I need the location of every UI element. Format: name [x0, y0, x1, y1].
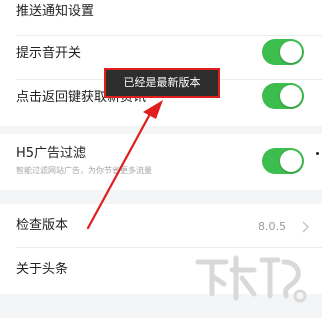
h5-toggle[interactable]	[262, 148, 304, 174]
settings-group-about: 检查版本 8.0.5 关于头条	[0, 204, 322, 294]
h5-label: H5广告过滤	[16, 146, 87, 161]
settings-row-version[interactable]: 检查版本 8.0.5	[0, 204, 322, 248]
push-label: 推送通知设置	[16, 4, 95, 19]
refresh-toggle[interactable]	[262, 83, 304, 109]
about-label: 关于头条	[16, 262, 69, 277]
sound-toggle[interactable]	[262, 39, 304, 65]
chevron-right-icon	[302, 221, 309, 233]
stray-dot	[316, 152, 319, 155]
toggle-knob	[280, 85, 302, 107]
toggle-knob	[280, 41, 302, 63]
toast-latest-version: 已经是最新版本	[104, 68, 220, 98]
settings-group-h5: H5广告过滤 智能过滤网站广告，为你节省更多流量	[0, 134, 322, 190]
sound-label: 提示音开关	[16, 46, 82, 61]
settings-row-about[interactable]: 关于头条	[0, 248, 322, 292]
version-value: 8.0.5	[258, 220, 286, 233]
h5-subtitle: 智能过滤网站广告，为你节省更多流量	[16, 166, 152, 175]
settings-row-push[interactable]: 推送通知设置	[0, 0, 322, 36]
settings-group-notifications: 推送通知设置 提示音开关 点击返回键获取新资讯	[0, 0, 322, 126]
toggle-knob	[280, 150, 302, 172]
version-label: 检查版本	[16, 218, 69, 233]
